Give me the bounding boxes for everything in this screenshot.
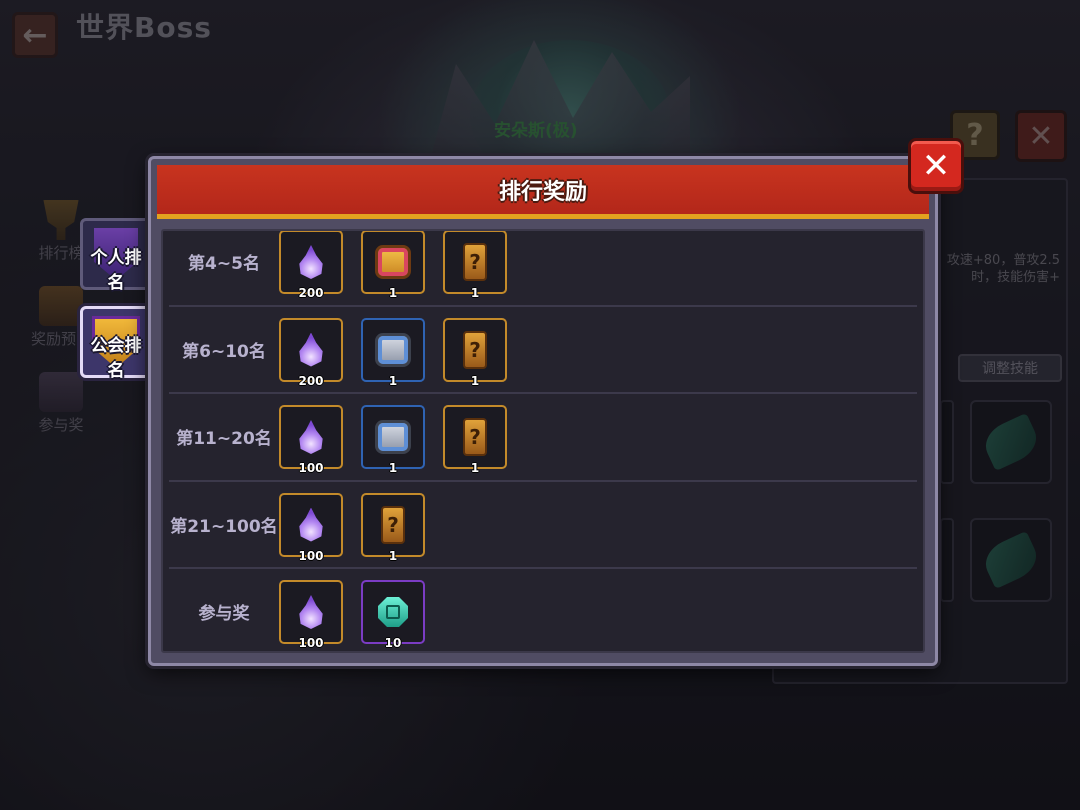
mystery-scroll-icon: ? (463, 418, 487, 456)
reward-item[interactable]: 200 (279, 231, 343, 300)
item-count: 100 (298, 461, 324, 475)
tab-label: 个人排名 (90, 248, 142, 293)
reward-row: 第6~10名 200 1 ? 1 (169, 307, 917, 394)
purple-flame-icon (299, 245, 323, 279)
item-count: 1 (388, 548, 398, 563)
reward-item[interactable]: 100 (279, 405, 343, 475)
reward-row: 第4~5名 200 1 ? 1 (169, 231, 917, 307)
item-count: 200 (298, 286, 324, 300)
silver-chest-icon (375, 420, 411, 454)
reward-item[interactable]: 1 (361, 317, 425, 388)
purple-flame-icon (299, 332, 323, 367)
silver-chest-icon (375, 332, 411, 367)
purple-flame-icon (299, 420, 323, 454)
mystery-scroll-icon: ? (381, 505, 405, 544)
reward-item[interactable]: 1 (361, 405, 425, 475)
rank-range-label: 第4~5名 (188, 254, 260, 275)
reward-row: 第11~20名 100 1 ? 1 (169, 394, 917, 482)
mystery-scroll-icon: ? (463, 243, 487, 281)
item-count: 1 (470, 373, 480, 388)
item-count: 100 (298, 636, 324, 650)
item-count: 200 (298, 373, 324, 388)
reward-list[interactable]: 第4~5名 200 1 ? 1 第6~10名 200 1 ? 1 第11~20名… (161, 229, 925, 653)
item-count: 1 (470, 461, 480, 475)
teal-gem-icon (378, 597, 408, 627)
reward-row: 第21~100名 100 ? 1 (169, 482, 917, 569)
reward-row: 参与奖 100 10 (169, 569, 917, 651)
dialog-close-button[interactable]: ✕ (908, 138, 964, 194)
reward-item[interactable]: ? 1 (443, 405, 507, 475)
tab-personal-ranking[interactable]: 个人排名 (80, 218, 152, 293)
item-count: 10 (384, 636, 402, 650)
item-count: 1 (388, 373, 398, 388)
purple-flame-icon (299, 595, 323, 629)
purple-flame-icon (299, 507, 323, 542)
tab-guild-ranking[interactable]: 公会排名 (80, 306, 152, 381)
item-count: 100 (298, 548, 324, 563)
reward-item[interactable]: ? 1 (361, 492, 425, 563)
tab-label: 公会排名 (90, 336, 142, 381)
rank-range-label: 第11~20名 (176, 429, 272, 450)
reward-item[interactable]: 200 (279, 317, 343, 388)
reward-item[interactable]: 100 (279, 580, 343, 650)
item-count: 1 (470, 286, 480, 300)
reward-item[interactable]: 100 (279, 492, 343, 563)
dialog-header: 排行奖励 (157, 165, 929, 219)
reward-item[interactable]: 1 (361, 231, 425, 300)
item-count: 1 (388, 286, 398, 300)
gold-chest-icon (375, 245, 411, 279)
close-icon: ✕ (921, 146, 951, 186)
rank-range-label: 第21~100名 (170, 516, 278, 537)
rank-range-label: 参与奖 (198, 604, 250, 625)
ranking-rewards-dialog: 排行奖励 第4~5名 200 1 ? 1 第6~10名 200 1 ? 1 第1… (148, 156, 938, 666)
dialog-title: 排行奖励 (498, 179, 587, 205)
rank-range-label: 第6~10名 (182, 341, 266, 362)
reward-item[interactable]: ? 1 (443, 317, 507, 388)
reward-item[interactable]: ? 1 (443, 231, 507, 300)
item-count: 1 (388, 461, 398, 475)
reward-item[interactable]: 10 (361, 580, 425, 650)
mystery-scroll-icon: ? (463, 330, 487, 369)
